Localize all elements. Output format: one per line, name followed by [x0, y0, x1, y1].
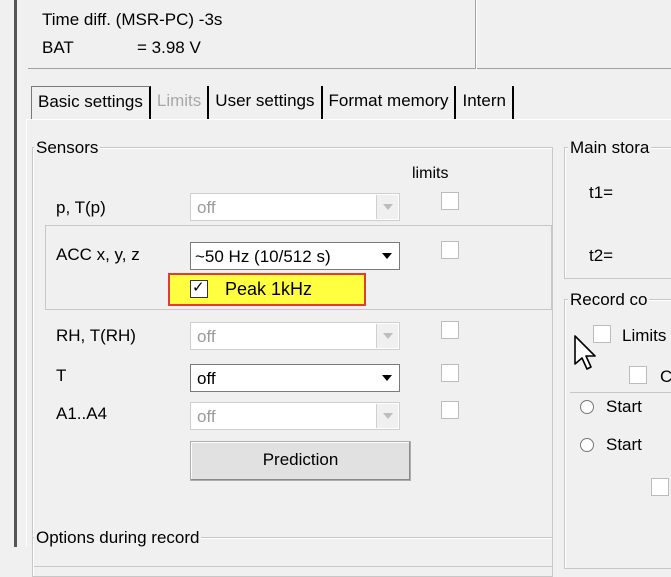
main-storage-title: Main stora: [568, 138, 652, 157]
sensor-acc-select[interactable]: ~50 Hz (10/512 s): [190, 242, 400, 270]
sensor-acc-limit-checkbox[interactable]: [441, 241, 459, 259]
peak-1khz-label: Peak 1kHz: [225, 279, 313, 299]
sensor-rh-value: off: [197, 327, 216, 346]
start-option-1-label: Start: [606, 397, 642, 416]
tab-user-settings[interactable]: User settings: [209, 86, 323, 120]
tab-intern[interactable]: Intern: [456, 86, 514, 120]
record-divider: [570, 392, 671, 393]
limits-column-header: limits: [412, 165, 449, 182]
chevron-down-icon: [376, 366, 398, 390]
t1-label: t1=: [589, 183, 614, 202]
time-diff-text: Time diff. (MSR-PC) -3s: [42, 10, 223, 29]
sensor-label-acc: ACC x, y, z: [56, 245, 140, 264]
sensor-p-tp-limit-checkbox[interactable]: [441, 192, 459, 210]
chevron-down-icon: [376, 244, 398, 268]
sensor-t-value: off: [197, 369, 216, 388]
prediction-button[interactable]: Prediction: [190, 441, 411, 481]
start-option-1-radio[interactable]: [580, 400, 594, 414]
chevron-down-icon: [376, 324, 398, 348]
window-divider: [14, 0, 17, 547]
options-during-record-title: Options during record: [34, 528, 202, 547]
limits-record-label: Limits: [622, 326, 667, 345]
start-option-2-label: Start: [606, 435, 642, 454]
sensor-t-limit-checkbox[interactable]: [441, 364, 459, 382]
chevron-down-icon: [376, 195, 398, 219]
device-info-panel: Time diff. (MSR-PC) -3s BAT = 3.98 V: [28, 0, 671, 69]
chevron-down-icon: [376, 404, 398, 428]
sensor-label-rh: RH, T(RH): [56, 326, 136, 345]
sensor-label-t: T: [56, 366, 67, 385]
sensor-a1-a4-limit-checkbox[interactable]: [441, 401, 459, 419]
main-storage-group: [564, 147, 671, 279]
sensor-a1-a4-select[interactable]: off: [190, 402, 400, 430]
sensor-a1-a4-value: off: [197, 407, 216, 426]
start-sub-checkbox[interactable]: [651, 478, 669, 496]
t2-label: t2=: [589, 246, 614, 265]
tab-basic-settings[interactable]: Basic settings: [31, 86, 151, 120]
sensor-acc-value: ~50 Hz (10/512 s): [195, 247, 331, 266]
bat-value: = 3.98 V: [137, 38, 201, 57]
sensor-p-tp-select[interactable]: off: [190, 193, 400, 221]
sensor-rh-select[interactable]: off: [190, 322, 400, 350]
sensor-label-p-tp: p, T(p): [56, 198, 106, 217]
sensor-label-a1-a4: A1..A4: [56, 404, 108, 423]
record-sub-checkbox[interactable]: [629, 366, 647, 384]
sensors-group-title: Sensors: [34, 138, 101, 157]
tab-format-memory[interactable]: Format memory: [323, 86, 457, 120]
peak-1khz-checkbox[interactable]: ✓: [190, 279, 208, 298]
checkmark-icon: ✓: [192, 279, 205, 296]
record-config-title: Record co: [568, 290, 650, 309]
mouse-pointer-icon: [574, 335, 596, 370]
record-sub-label: C: [660, 367, 671, 386]
bat-label: BAT: [42, 38, 74, 57]
sensor-t-select[interactable]: off: [190, 364, 400, 392]
tab-limits[interactable]: Limits: [151, 86, 210, 120]
sensor-rh-limit-checkbox[interactable]: [441, 321, 459, 339]
tab-bar: Basic settings Limits User settings Form…: [31, 86, 514, 120]
start-option-2-radio[interactable]: [580, 438, 594, 452]
sensor-p-tp-value: off: [197, 198, 216, 217]
